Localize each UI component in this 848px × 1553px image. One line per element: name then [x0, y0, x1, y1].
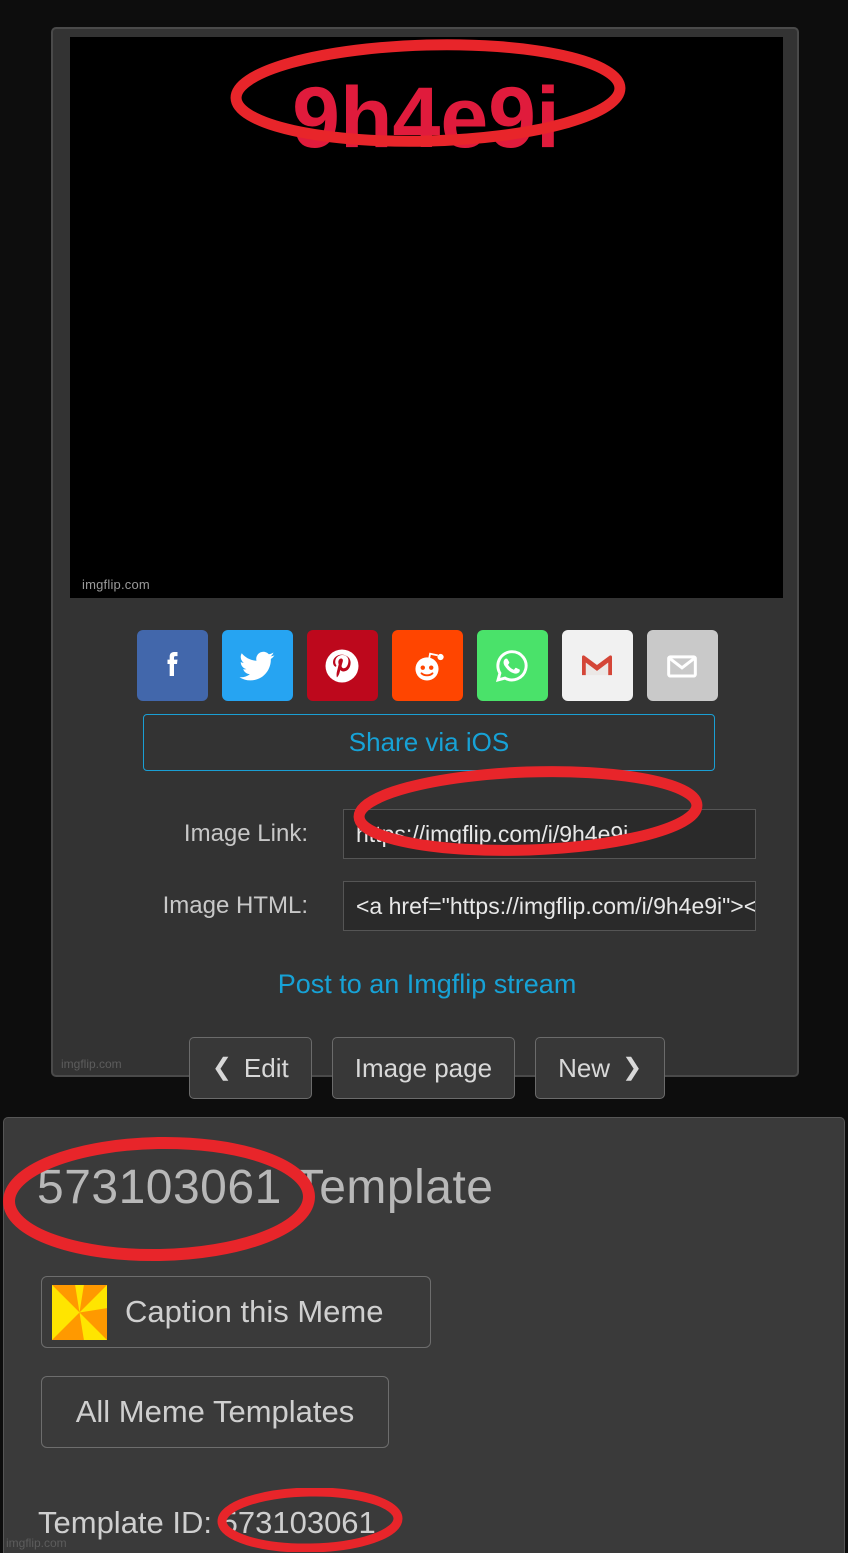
- share-card-watermark: imgflip.com: [61, 1057, 122, 1071]
- new-button[interactable]: New ❯: [535, 1037, 666, 1099]
- chevron-left-icon: ❮: [211, 1054, 232, 1081]
- image-html-input[interactable]: <a href="https://imgflip.com/i/9h4e9i"><…: [343, 881, 756, 931]
- caption-this-meme-label: Caption this Meme: [125, 1294, 384, 1329]
- template-id-text: Template ID: 573103061: [38, 1505, 376, 1540]
- all-meme-templates-button[interactable]: All Meme Templates: [41, 1376, 389, 1448]
- edit-button[interactable]: ❮ Edit: [188, 1037, 312, 1099]
- social-share-row: [53, 630, 801, 701]
- whatsapp-icon: [495, 649, 528, 682]
- image-page-button-label: Image page: [354, 1052, 493, 1083]
- post-to-stream-link[interactable]: Post to an Imgflip stream: [53, 969, 801, 1000]
- gmail-icon: [582, 654, 612, 675]
- share-pinterest-button[interactable]: [306, 630, 378, 701]
- image-page-button[interactable]: Image page: [331, 1037, 516, 1099]
- image-html-label: Image HTML:: [162, 892, 308, 919]
- svg-text:9h4e9i: 9h4e9i: [292, 70, 560, 166]
- share-facebook-button[interactable]: [136, 630, 208, 701]
- share-email-button[interactable]: [646, 630, 718, 701]
- edit-button-label: Edit: [243, 1052, 289, 1083]
- meme-watermark: imgflip.com: [82, 577, 150, 592]
- all-meme-templates-label: All Meme Templates: [75, 1394, 355, 1429]
- envelope-icon: [667, 654, 697, 677]
- meme-image-preview[interactable]: 9h4e9i imgflip.com: [70, 37, 783, 598]
- share-gmail-button[interactable]: [561, 630, 633, 701]
- share-card: 9h4e9i imgflip.com Share via iOS Image L…: [51, 27, 801, 1099]
- page-title: 573103061 Template: [37, 1161, 494, 1214]
- share-whatsapp-button[interactable]: [476, 630, 548, 701]
- meme-image-svg: 9h4e9i: [70, 37, 783, 598]
- facebook-icon: [167, 651, 178, 676]
- share-reddit-button[interactable]: [391, 630, 463, 701]
- image-html-row: Image HTML: <a href="https://imgflip.com…: [53, 881, 801, 931]
- pinwheel-icon: [52, 1284, 107, 1340]
- chevron-right-icon: ❯: [622, 1054, 643, 1081]
- new-button-label: New: [558, 1052, 611, 1083]
- caption-this-meme-button[interactable]: Caption this Meme: [41, 1276, 431, 1348]
- image-link-input[interactable]: https://imgflip.com/i/9h4e9i: [343, 809, 756, 859]
- image-link-row: Image Link: https://imgflip.com/i/9h4e9i: [53, 809, 801, 859]
- template-card-watermark: imgflip.com: [6, 1536, 67, 1550]
- share-via-ios-button[interactable]: Share via iOS: [143, 714, 715, 771]
- reddit-icon: [415, 652, 444, 680]
- nav-button-row: ❮ Edit Image page New ❯: [53, 1037, 801, 1099]
- twitter-icon: [239, 651, 275, 680]
- screenshot-root: 9h4e9i imgflip.com Share via iOS Image L…: [0, 0, 848, 1553]
- image-link-label: Image Link:: [183, 820, 308, 847]
- pinterest-icon: [325, 649, 359, 682]
- share-twitter-button[interactable]: [221, 630, 293, 701]
